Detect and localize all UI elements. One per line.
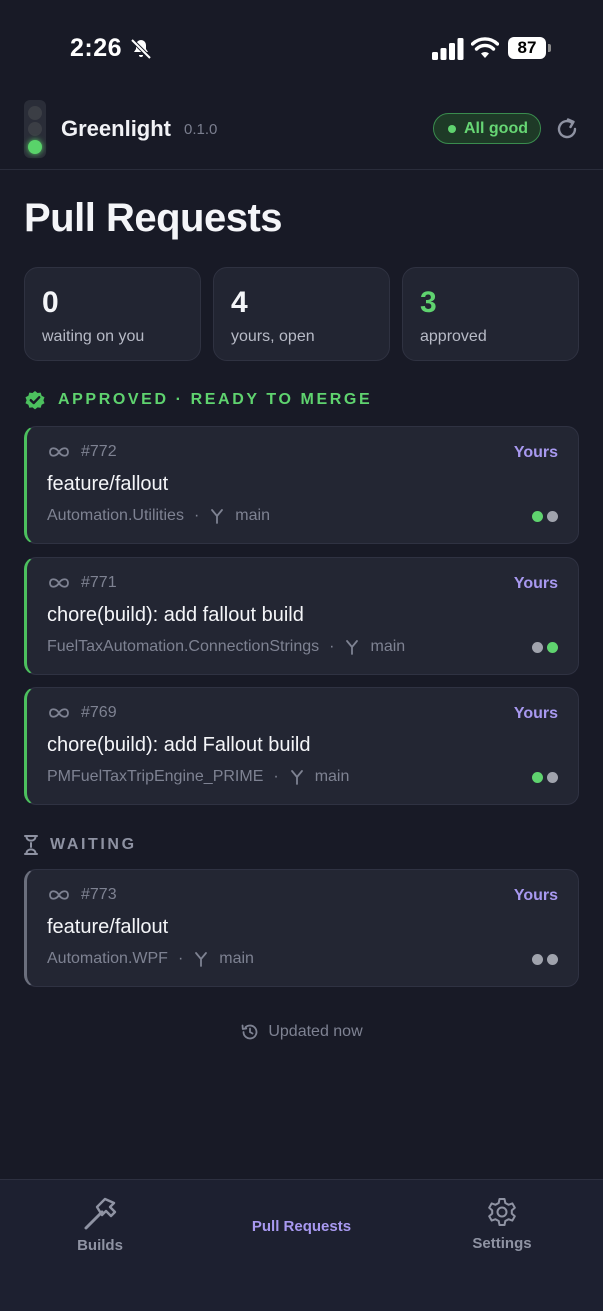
tab-pull-requests[interactable]: Pull Requests <box>220 1180 383 1280</box>
hammer-icon <box>84 1197 117 1230</box>
pr-number: #773 <box>81 886 117 903</box>
check-status-dots <box>532 954 558 965</box>
infinity-icon <box>49 890 69 900</box>
status-bar: 2:26 87 <box>0 0 603 96</box>
bell-off-icon <box>130 38 152 60</box>
wifi-icon <box>471 37 499 58</box>
bottom-tab-bar: Builds Pull Requests Settings <box>0 1179 603 1311</box>
last-updated: Updated now <box>0 1022 603 1042</box>
pr-title: feature/fallout <box>47 916 169 938</box>
pr-title: feature/fallout <box>47 473 169 495</box>
check-dot <box>547 772 558 783</box>
pr-branch: main <box>235 507 270 524</box>
section-waiting-header: WAITING <box>24 835 137 855</box>
tab-builds[interactable]: Builds <box>60 1180 140 1280</box>
check-dot <box>547 642 558 653</box>
battery-level: 87 <box>508 37 546 59</box>
stat-yours-open[interactable]: 4 yours, open <box>213 267 390 361</box>
section-label: WAITING <box>50 836 137 853</box>
tab-label: Settings <box>472 1235 532 1252</box>
tab-label: Pull Requests <box>251 1218 352 1235</box>
battery-icon: 87 <box>508 37 551 59</box>
check-dot <box>532 511 543 522</box>
traffic-light-logo <box>24 100 46 158</box>
stat-label: approved <box>420 328 487 345</box>
pr-card[interactable]: #773 Yours feature/fallout Automation.WP… <box>24 869 579 987</box>
branch-merge-icon <box>290 770 303 785</box>
check-status-dots <box>532 642 558 653</box>
tab-label: Builds <box>77 1237 123 1254</box>
updated-text: Updated now <box>268 1023 363 1040</box>
app-header: Greenlight 0.1.0 All good <box>0 96 603 170</box>
pr-number: #769 <box>81 704 117 721</box>
check-dot <box>532 772 543 783</box>
gear-icon <box>488 1198 516 1226</box>
infinity-icon <box>49 447 69 457</box>
pr-number: #772 <box>81 443 117 460</box>
branch-merge-icon <box>195 952 208 967</box>
check-status-dots <box>532 511 558 522</box>
section-label: APPROVED · READY TO MERGE <box>58 391 373 408</box>
stat-label: waiting on you <box>42 328 145 345</box>
pr-title: chore(build): add fallout build <box>47 604 304 626</box>
history-icon <box>241 1024 258 1040</box>
meta-separator: · <box>329 638 335 655</box>
pr-owner-badge: Yours <box>513 705 558 722</box>
pr-title: chore(build): add Fallout build <box>47 734 311 756</box>
branch-merge-icon <box>211 509 224 524</box>
pr-number: #771 <box>81 574 117 591</box>
pr-card[interactable]: #769 Yours chore(build): add Fallout bui… <box>24 687 579 805</box>
stat-approved[interactable]: 3 approved <box>402 267 579 361</box>
refresh-icon[interactable] <box>554 116 580 142</box>
pr-branch: main <box>314 768 350 785</box>
check-dot <box>547 954 558 965</box>
branch-merge-icon <box>346 640 359 655</box>
pr-repo: PMFuelTaxTripEngine_PRIME <box>47 768 264 785</box>
pr-owner-badge: Yours <box>513 887 558 904</box>
meta-separator: · <box>193 507 200 524</box>
check-dot <box>532 642 543 653</box>
status-dot-icon <box>448 125 456 133</box>
status-time: 2:26 <box>70 34 123 62</box>
signal-icon <box>432 38 464 60</box>
check-dot <box>532 954 543 965</box>
section-approved-header: APPROVED · READY TO MERGE <box>24 389 372 411</box>
pr-branch: main <box>219 950 254 967</box>
status-text: All good <box>464 120 528 137</box>
check-status-dots <box>532 772 558 783</box>
status-badge: All good <box>433 113 541 144</box>
pr-card[interactable]: #772 Yours feature/fallout Automation.Ut… <box>24 426 579 544</box>
pr-repo: FuelTaxAutomation.ConnectionStrings <box>47 638 320 655</box>
stat-label: yours, open <box>231 328 315 345</box>
stat-waiting-on-you[interactable]: 0 waiting on you <box>24 267 201 361</box>
meta-separator: · <box>273 768 279 785</box>
pr-owner-badge: Yours <box>513 444 558 461</box>
infinity-icon <box>49 578 69 588</box>
stat-value: 0 <box>42 286 59 319</box>
pr-repo: Automation.Utilities <box>47 507 184 524</box>
tab-settings[interactable]: Settings <box>462 1180 542 1280</box>
meta-separator: · <box>177 950 184 967</box>
infinity-icon <box>49 708 69 718</box>
stat-value: 4 <box>231 286 248 319</box>
verified-badge-icon <box>25 391 45 410</box>
pr-card[interactable]: #771 Yours chore(build): add fallout bui… <box>24 557 579 675</box>
page-title: Pull Requests <box>24 196 283 240</box>
check-dot <box>547 511 558 522</box>
app-name: Greenlight <box>61 116 172 141</box>
app-version: 0.1.0 <box>184 121 218 138</box>
stat-value: 3 <box>420 286 437 319</box>
pr-repo: Automation.WPF <box>47 950 168 967</box>
pr-owner-badge: Yours <box>513 575 558 592</box>
hourglass-icon <box>24 835 38 855</box>
pr-branch: main <box>370 638 406 655</box>
